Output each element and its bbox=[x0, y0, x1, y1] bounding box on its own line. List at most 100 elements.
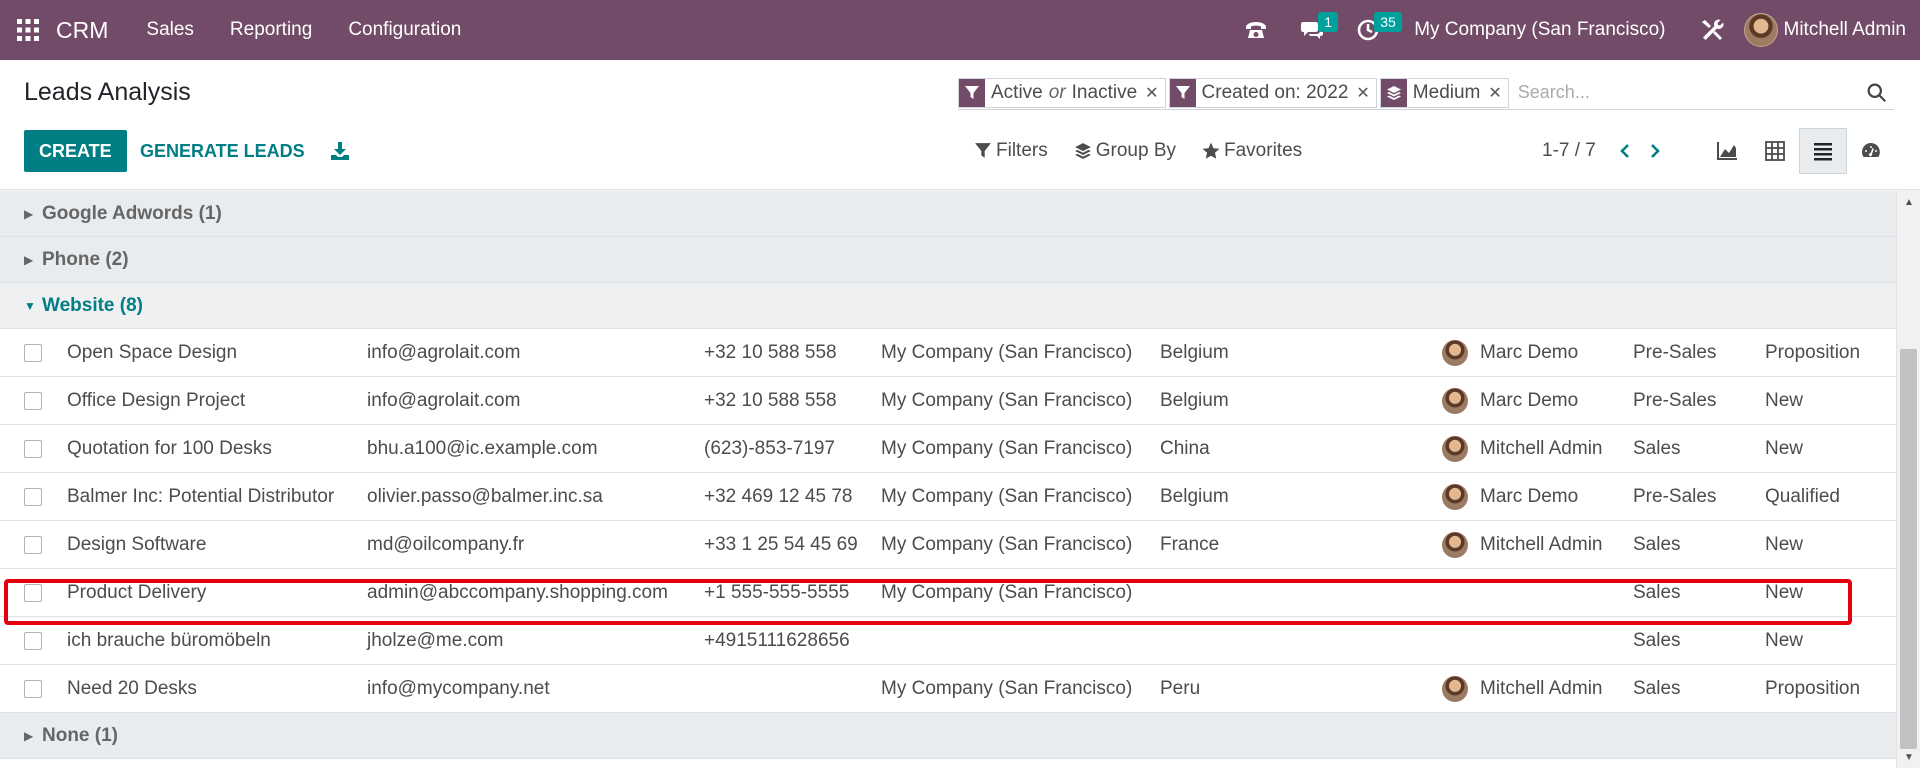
lead-country-text: France bbox=[1160, 534, 1220, 555]
row-checkbox[interactable] bbox=[24, 488, 42, 506]
facet-remove-icon[interactable]: ✕ bbox=[1143, 79, 1164, 107]
lead-email: olivier.passo@balmer.inc.sa bbox=[367, 473, 603, 521]
lead-salesperson: Mitchell Admin bbox=[1442, 521, 1603, 569]
user-menu[interactable]: Mitchell Admin bbox=[1740, 13, 1920, 47]
lead-salesperson: Mitchell Admin bbox=[1442, 425, 1603, 473]
lead-salesperson: Marc Demo bbox=[1442, 329, 1578, 377]
layers-icon bbox=[1380, 78, 1407, 107]
row-checkbox-cell bbox=[24, 329, 42, 377]
pager-previous-icon[interactable] bbox=[1610, 136, 1640, 166]
list-view-icon[interactable] bbox=[1799, 128, 1847, 174]
lead-email-text: jholze@me.com bbox=[367, 630, 504, 651]
search-input[interactable] bbox=[1511, 82, 1858, 103]
phone-icon[interactable] bbox=[1228, 0, 1284, 60]
group-by-dropdown[interactable]: Group By bbox=[1074, 140, 1176, 162]
lead-stage-text: New bbox=[1765, 582, 1804, 603]
menu-configuration[interactable]: Configuration bbox=[330, 0, 479, 60]
search-icon[interactable] bbox=[1858, 76, 1894, 110]
dashboard-view-icon[interactable] bbox=[1847, 128, 1895, 174]
lead-name: ich brauche büromöbeln bbox=[67, 617, 271, 665]
facet-medium[interactable]: Medium ✕ bbox=[1379, 77, 1509, 108]
company-switcher[interactable]: My Company (San Francisco) bbox=[1396, 19, 1683, 41]
group-website[interactable]: ▼ Website (8) bbox=[0, 283, 1896, 329]
lead-stage-text: New bbox=[1765, 534, 1804, 555]
pivot-view-icon[interactable] bbox=[1751, 128, 1799, 174]
menu-sales[interactable]: Sales bbox=[128, 0, 212, 60]
row-checkbox[interactable] bbox=[24, 632, 42, 650]
lead-country-text: Belgium bbox=[1160, 342, 1229, 363]
lead-email-text: info@mycompany.net bbox=[367, 678, 550, 699]
group-none[interactable]: ▶ None (1) bbox=[0, 713, 1896, 759]
lead-sales-team: Pre-Sales bbox=[1633, 329, 1716, 377]
lead-email: md@oilcompany.fr bbox=[367, 521, 524, 569]
generate-leads-button[interactable]: GENERATE LEADS bbox=[140, 130, 305, 172]
lead-salesperson-text: Marc Demo bbox=[1480, 486, 1579, 507]
scroll-down-arrow-icon[interactable]: ▼ bbox=[1897, 746, 1920, 768]
scroll-up-arrow-icon[interactable]: ▲ bbox=[1897, 191, 1920, 213]
table-row[interactable]: Open Space Design info@agrolait.com +32 10… bbox=[0, 329, 1896, 377]
table-row[interactable]: ich brauche büromöbeln jholze@me.com +4915… bbox=[0, 617, 1896, 665]
lead-name-text: Open Space Design bbox=[67, 342, 238, 363]
facet-remove-icon[interactable]: ✕ bbox=[1486, 79, 1507, 107]
filters-dropdown[interactable]: Filters bbox=[974, 140, 1048, 162]
row-checkbox[interactable] bbox=[24, 584, 42, 602]
lead-email-text: info@agrolait.com bbox=[367, 342, 521, 363]
favorites-dropdown[interactable]: Favorites bbox=[1202, 140, 1302, 162]
activity-clock-icon[interactable]: 35 bbox=[1340, 0, 1402, 60]
graph-view-icon[interactable] bbox=[1703, 128, 1751, 174]
app-name[interactable]: CRM bbox=[56, 17, 108, 44]
lead-company-text: My Company (San Francisco) bbox=[881, 342, 1133, 363]
scroll-thumb[interactable] bbox=[1900, 349, 1917, 749]
table-row[interactable]: Need 20 Desks info@mycompany.net My Compan… bbox=[0, 665, 1896, 713]
chat-icon[interactable]: 1 bbox=[1284, 0, 1340, 60]
table-row[interactable]: Product Delivery admin@abccompany.shoppin… bbox=[0, 569, 1896, 617]
tools-icon[interactable] bbox=[1684, 0, 1740, 60]
filter-icon bbox=[959, 78, 985, 107]
leads-list: ▶ Google Adwords (1) ▶ Phone (2) ▼ Websi… bbox=[0, 191, 1896, 768]
lead-name-text: Office Design Project bbox=[67, 390, 246, 411]
view-switcher bbox=[1703, 128, 1895, 174]
row-checkbox-cell bbox=[24, 665, 42, 713]
lead-name-text: Balmer Inc: Potential Distributor bbox=[67, 486, 335, 507]
lead-company: My Company (San Francisco) bbox=[881, 377, 1132, 425]
lead-sales-team: Sales bbox=[1633, 521, 1681, 569]
group-google-adwords[interactable]: ▶ Google Adwords (1) bbox=[0, 191, 1896, 237]
download-icon[interactable] bbox=[326, 130, 354, 172]
apps-menu-icon[interactable] bbox=[0, 0, 56, 60]
lead-company-text: My Company (San Francisco) bbox=[881, 486, 1133, 507]
pager-next-icon[interactable] bbox=[1640, 136, 1670, 166]
facet-remove-icon[interactable]: ✕ bbox=[1354, 79, 1375, 107]
lead-email: info@agrolait.com bbox=[367, 377, 520, 425]
row-checkbox[interactable] bbox=[24, 344, 42, 362]
lead-country-text: Peru bbox=[1160, 678, 1201, 699]
row-checkbox[interactable] bbox=[24, 680, 42, 698]
lead-salesperson: Mitchell Admin bbox=[1442, 665, 1603, 713]
table-row[interactable]: Office Design Project info@agrolait.com +3… bbox=[0, 377, 1896, 425]
lead-company-text: My Company (San Francisco) bbox=[881, 390, 1133, 411]
row-checkbox[interactable] bbox=[24, 536, 42, 554]
table-row[interactable]: Quotation for 100 Desks bhu.a100@ic.examp… bbox=[0, 425, 1896, 473]
lead-salesperson-text: Mitchell Admin bbox=[1480, 438, 1603, 459]
table-row[interactable]: Balmer Inc: Potential Distributor olivier… bbox=[0, 473, 1896, 521]
pager-value[interactable]: 1-7 / 7 bbox=[1542, 140, 1596, 162]
scrollbar[interactable]: ▲ ▼ bbox=[1896, 191, 1920, 768]
facet-active-inactive[interactable]: Active or Inactive ✕ bbox=[958, 77, 1166, 108]
lead-name: Design Software bbox=[67, 521, 206, 569]
facet-created-on[interactable]: Created on: 2022 ✕ bbox=[1168, 77, 1377, 108]
group-phone[interactable]: ▶ Phone (2) bbox=[0, 237, 1896, 283]
lead-stage-text: Qualified bbox=[1765, 486, 1840, 507]
lead-name: Balmer Inc: Potential Distributor bbox=[67, 473, 334, 521]
table-row[interactable]: Design Software md@oilcompany.fr +33 1 25 … bbox=[0, 521, 1896, 569]
lead-email-text: olivier.passo@balmer.inc.sa bbox=[367, 486, 603, 507]
group-label: Google Adwords (1) bbox=[42, 202, 222, 224]
create-button[interactable]: CREATE bbox=[24, 130, 127, 172]
lead-country: Belgium bbox=[1160, 473, 1229, 521]
menu-reporting[interactable]: Reporting bbox=[212, 0, 330, 60]
salesperson-avatar bbox=[1442, 340, 1468, 366]
row-checkbox[interactable] bbox=[24, 392, 42, 410]
row-checkbox[interactable] bbox=[24, 440, 42, 458]
lead-sales-team-text: Pre-Sales bbox=[1633, 342, 1717, 363]
lead-company: My Company (San Francisco) bbox=[881, 569, 1132, 617]
lead-country: Peru bbox=[1160, 665, 1200, 713]
filters-label: Filters bbox=[996, 140, 1048, 161]
